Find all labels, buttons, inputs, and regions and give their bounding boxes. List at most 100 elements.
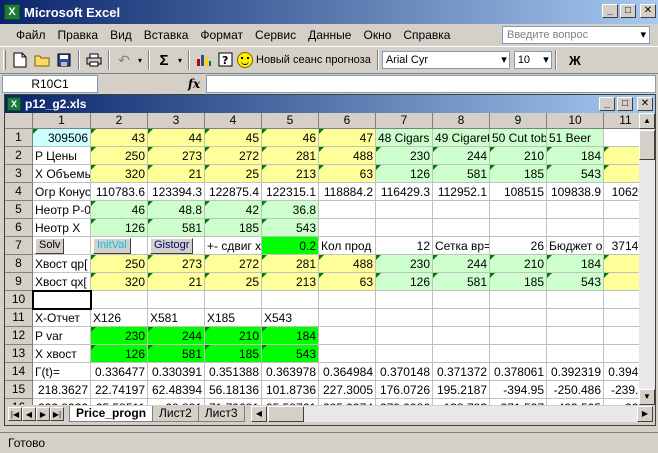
grid-cell[interactable]: 244 [148, 327, 205, 345]
grid-cell[interactable]: Огр Конус [33, 183, 91, 201]
grid-cell[interactable]: 0.378061 [490, 363, 547, 381]
help-search-input[interactable]: Введите вопрос [502, 26, 650, 44]
grid-cell[interactable] [490, 309, 547, 327]
row-header[interactable]: 7 [5, 237, 33, 255]
grid-cell[interactable]: 0.3948 [604, 363, 639, 381]
grid-cell[interactable]: 21 [148, 165, 205, 183]
grid-cell[interactable]: 0.336477 [91, 363, 148, 381]
grid-cell[interactable]: Хвост qp[ [33, 255, 91, 273]
grid-cell[interactable]: 488 [319, 255, 376, 273]
grid-cell[interactable]: 45 [205, 129, 262, 147]
row-header[interactable]: 6 [5, 219, 33, 237]
fx-icon[interactable]: fx [182, 77, 206, 91]
grid-cell[interactable] [376, 345, 433, 363]
grid-cell[interactable] [433, 219, 490, 237]
column-header[interactable]: 10 [547, 113, 604, 129]
grid-cell[interactable]: 110783.6 [91, 183, 148, 201]
row-header[interactable]: 4 [5, 183, 33, 201]
sheet-tab-price-progn[interactable]: Price_progn [69, 406, 154, 422]
column-header[interactable]: 1 [33, 113, 91, 129]
menu-data[interactable]: Данные [302, 25, 357, 45]
grid-cell[interactable]: 123394.3 [148, 183, 205, 201]
column-header[interactable]: 3 [148, 113, 205, 129]
grid-cell[interactable]: Неотр X [33, 219, 91, 237]
grid-cell[interactable] [604, 327, 639, 345]
grid-cell[interactable]: 184 [547, 255, 604, 273]
scroll-up-icon[interactable]: ▲ [639, 113, 655, 129]
grid-cell[interactable]: 543 [262, 219, 319, 237]
grid-cell[interactable] [490, 291, 547, 309]
grid-cell[interactable]: 184 [547, 147, 604, 165]
grid-cell[interactable] [91, 291, 148, 309]
grid-cell[interactable]: X Объемы [33, 165, 91, 183]
grid-cell[interactable] [604, 291, 639, 309]
grid-cell[interactable]: 116429.3 [376, 183, 433, 201]
print-icon[interactable] [83, 49, 105, 71]
grid-cell[interactable]: 213 [262, 165, 319, 183]
grid-cell[interactable] [376, 327, 433, 345]
grid-cell[interactable] [490, 345, 547, 363]
prev-sheet-icon[interactable]: ◀ [22, 407, 36, 421]
grid-cell[interactable]: 42 [205, 201, 262, 219]
grid-cell[interactable]: 320 [91, 165, 148, 183]
grid-cell[interactable]: 25 [205, 165, 262, 183]
grid-cell[interactable]: 12 [376, 237, 433, 255]
grid-cell[interactable]: 272 [205, 255, 262, 273]
grid-cell[interactable] [604, 345, 639, 363]
grid-cell[interactable] [433, 201, 490, 219]
row-header[interactable]: 5 [5, 201, 33, 219]
grid-cell[interactable]: 185 [205, 219, 262, 237]
font-size-select[interactable]: 10 [513, 51, 552, 69]
grid-cell[interactable] [433, 345, 490, 363]
grid-cell[interactable]: 213 [262, 273, 319, 291]
grid-cell[interactable]: 48.8 [148, 201, 205, 219]
maximize-button[interactable]: □ [620, 4, 636, 18]
grid-cell[interactable]: 25 [205, 273, 262, 291]
grid-cell[interactable]: Сетка вр= [433, 237, 490, 255]
grid-cell[interactable]: 543 [547, 273, 604, 291]
autosum-icon[interactable]: Σ [153, 49, 175, 71]
grid-cell[interactable]: 244 [433, 147, 490, 165]
grid-cell[interactable] [547, 309, 604, 327]
spreadsheet-grid[interactable]: 1 2 3 4 5 6 7 8 9 10 11 1 309506 43 44 45 46 47 48 Cigars 4… [5, 113, 639, 405]
grid-cell[interactable]: -250.486 [547, 381, 604, 399]
grid-cell[interactable]: 46 [91, 201, 148, 219]
column-header[interactable]: 7 [376, 113, 433, 129]
column-header[interactable]: 4 [205, 113, 262, 129]
grid-cell[interactable]: 273 [148, 147, 205, 165]
sheet-tab-list3[interactable]: Лист3 [197, 406, 245, 422]
histogram-button[interactable]: Gistogr [150, 238, 194, 254]
grid-cell[interactable] [319, 309, 376, 327]
grid-cell[interactable]: 10620 [604, 183, 639, 201]
initval-button[interactable]: InitVal [93, 238, 131, 254]
grid-cell[interactable] [433, 327, 490, 345]
row-header[interactable]: 10 [5, 291, 33, 309]
grid-cell[interactable] [376, 219, 433, 237]
grid-cell[interactable] [490, 201, 547, 219]
grid-cell[interactable]: 62.48394 [148, 381, 205, 399]
grid-cell[interactable]: Г(t)= [33, 363, 91, 381]
autosum-dropdown-icon[interactable]: ▾ [175, 49, 185, 71]
grid-cell[interactable]: 50 Cut tob [490, 129, 547, 147]
grid-cell[interactable]: X126 [91, 309, 148, 327]
chart-wizard-icon[interactable] [193, 49, 215, 71]
grid-cell[interactable]: 185 [490, 273, 547, 291]
grid-cell[interactable]: 126 [376, 165, 433, 183]
grid-cell[interactable] [547, 291, 604, 309]
grid-cell[interactable]: 230 [376, 147, 433, 165]
workbook-minimize-button[interactable]: _ [599, 97, 615, 111]
grid-cell[interactable] [376, 201, 433, 219]
grid-cell[interactable]: 44 [148, 129, 205, 147]
menu-tools[interactable]: Сервис [249, 25, 302, 45]
grid-cell[interactable]: 176.0726 [376, 381, 433, 399]
scroll-thumb[interactable] [639, 130, 655, 160]
grid-cell[interactable]: 0.364984 [319, 363, 376, 381]
grid-cell[interactable]: 320 [91, 273, 148, 291]
grid-cell[interactable]: 108515 [490, 183, 547, 201]
grid-cell[interactable]: 6 [604, 273, 639, 291]
first-sheet-icon[interactable]: |◀ [8, 407, 22, 421]
grid-cell[interactable]: 581 [433, 273, 490, 291]
grid-cell[interactable]: -239.2 [604, 381, 639, 399]
grid-cell[interactable]: 281 [262, 255, 319, 273]
grid-cell[interactable] [547, 327, 604, 345]
